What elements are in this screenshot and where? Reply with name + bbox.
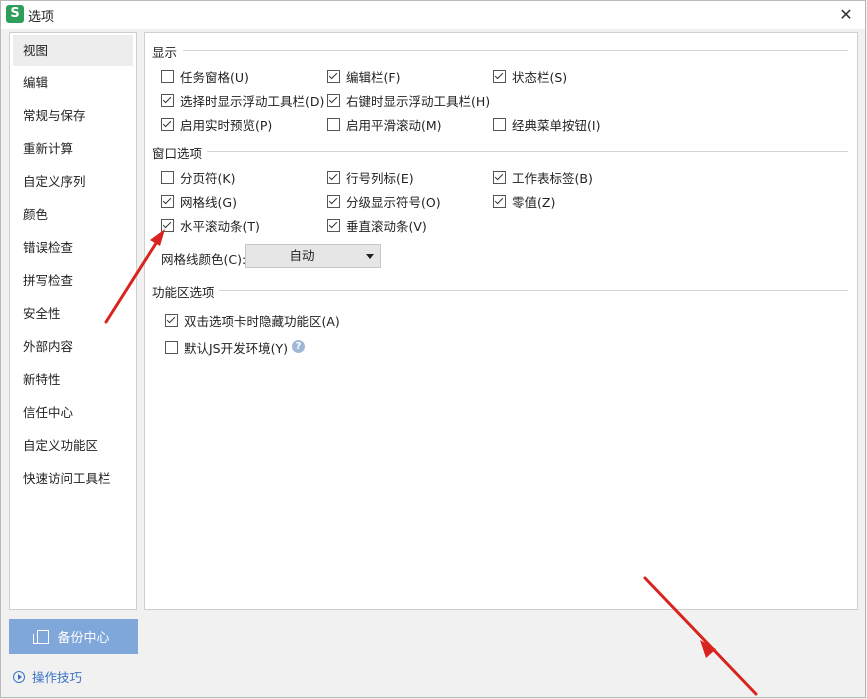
- checkbox-label: 分页符(K): [180, 170, 236, 186]
- checkbox-label: 垂直滚动条(V): [346, 218, 427, 234]
- checkbox-box: [161, 93, 174, 107]
- gridline-color-label: 网格线颜色(C):: [161, 252, 247, 267]
- window-title: 选项: [28, 10, 55, 25]
- sidebar-item-security[interactable]: 安全性: [10, 297, 136, 330]
- checkbox-default-js-environment[interactable]: 默认JS开发环境(Y): [165, 338, 288, 356]
- wps-spreadsheet-icon: S: [6, 5, 24, 23]
- sidebar-item-recalculate[interactable]: 重新计算: [10, 132, 136, 165]
- checkbox-label: 分级显示符号(O): [346, 194, 441, 210]
- checkbox-box: [161, 117, 174, 131]
- sidebar-item-view[interactable]: 视图: [13, 35, 133, 66]
- checkbox-sheet-tabs[interactable]: 工作表标签(B): [493, 168, 593, 186]
- section-divider: [219, 290, 848, 291]
- sidebar-item-trust-center[interactable]: 信任中心: [10, 396, 136, 429]
- sidebar-item-colors[interactable]: 颜色: [10, 198, 136, 231]
- tips-link[interactable]: 操作技巧: [13, 667, 82, 686]
- checkbox-label: 工作表标签(B): [512, 170, 593, 186]
- checkbox-box: [493, 194, 506, 208]
- sidebar-item-new-features[interactable]: 新特性: [10, 363, 136, 396]
- checkbox-label: 网格线(G): [180, 194, 237, 210]
- checkbox-box: [161, 69, 174, 83]
- close-icon[interactable]: ✕: [835, 4, 857, 26]
- checkbox-label: 零值(Z): [512, 194, 556, 210]
- checkbox-task-pane[interactable]: 任务窗格(U): [161, 67, 249, 85]
- checkbox-box: [493, 117, 506, 131]
- checkbox-label: 行号列标(E): [346, 170, 414, 186]
- checkbox-formula-bar[interactable]: 编辑栏(F): [327, 67, 400, 85]
- checkbox-box: [493, 170, 506, 184]
- dropdown-value: 自动: [289, 248, 315, 263]
- checkbox-box: [165, 313, 178, 327]
- title-bar: S 选项 ✕: [1, 1, 865, 29]
- checkbox-label: 双击选项卡时隐藏功能区(A): [184, 313, 340, 329]
- checkbox-label: 启用实时预览(P): [180, 117, 273, 133]
- checkbox-page-breaks[interactable]: 分页符(K): [161, 168, 235, 186]
- checkbox-label: 任务窗格(U): [180, 69, 249, 85]
- backup-icon: [33, 629, 50, 644]
- checkbox-classic-menu-button[interactable]: 经典菜单按钮(I): [493, 115, 600, 133]
- play-circle-icon: [13, 670, 25, 683]
- sidebar-item-edit[interactable]: 编辑: [10, 66, 136, 99]
- checkbox-box: [327, 117, 340, 131]
- section-title-display: 显示: [152, 42, 182, 61]
- checkbox-gridlines[interactable]: 网格线(G): [161, 192, 237, 210]
- sidebar-item-error-check[interactable]: 错误检查: [10, 231, 136, 264]
- sidebar-item-general-save[interactable]: 常规与保存: [10, 99, 136, 132]
- checkbox-float-toolbar-on-right-click[interactable]: 右键时显示浮动工具栏(H): [327, 91, 490, 109]
- checkbox-live-preview[interactable]: 启用实时预览(P): [161, 115, 272, 133]
- checkbox-vertical-scrollbar[interactable]: 垂直滚动条(V): [327, 216, 427, 234]
- backup-center-button[interactable]: 备份中心: [9, 619, 138, 654]
- checkbox-box: [327, 218, 340, 232]
- backup-center-label: 备份中心: [57, 630, 110, 645]
- checkbox-status-bar[interactable]: 状态栏(S): [493, 67, 567, 85]
- checkbox-box: [327, 69, 340, 83]
- checkbox-label: 经典菜单按钮(I): [512, 117, 601, 133]
- checkbox-label: 选择时显示浮动工具栏(D): [180, 93, 325, 109]
- checkbox-row-col-headers[interactable]: 行号列标(E): [327, 168, 414, 186]
- checkbox-outline-symbols[interactable]: 分级显示符号(O): [327, 192, 441, 210]
- tips-label: 操作技巧: [32, 670, 83, 685]
- checkbox-horizontal-scrollbar[interactable]: 水平滚动条(T): [161, 216, 260, 234]
- checkbox-box: [493, 69, 506, 83]
- checkbox-float-toolbar-on-select[interactable]: 选择时显示浮动工具栏(D): [161, 91, 324, 109]
- checkbox-label: 默认JS开发环境(Y): [184, 340, 289, 356]
- checkbox-box: [161, 194, 174, 208]
- help-icon[interactable]: ?: [292, 340, 305, 353]
- checkbox-label: 状态栏(S): [512, 69, 568, 85]
- checkbox-double-click-hide-ribbon[interactable]: 双击选项卡时隐藏功能区(A): [165, 311, 340, 329]
- checkbox-box: [161, 218, 174, 232]
- checkbox-box: [327, 170, 340, 184]
- sidebar-item-customize-ribbon[interactable]: 自定义功能区: [10, 429, 136, 462]
- section-title-ribbon-options: 功能区选项: [152, 282, 219, 301]
- sidebar-item-external-content[interactable]: 外部内容: [10, 330, 136, 363]
- options-panel: 显示 任务窗格(U) 编辑栏(F) 状态栏(S) 选择时显示浮动工具栏(D) 右…: [144, 32, 858, 610]
- section-title-window-options: 窗口选项: [152, 143, 207, 162]
- sidebar-item-spell-check[interactable]: 拼写检查: [10, 264, 136, 297]
- sidebar-item-quick-access-toolbar[interactable]: 快速访问工具栏: [10, 462, 136, 495]
- checkbox-label: 编辑栏(F): [346, 69, 401, 85]
- checkbox-box: [327, 93, 340, 107]
- sidebar: 视图 编辑 常规与保存 重新计算 自定义序列 颜色 错误检查 拼写检查 安全性 …: [9, 32, 137, 610]
- gridline-color-dropdown[interactable]: 自动: [245, 244, 381, 268]
- chevron-down-icon: [366, 254, 374, 259]
- checkbox-label: 右键时显示浮动工具栏(H): [346, 93, 491, 109]
- section-divider: [183, 50, 848, 51]
- checkbox-box: [161, 170, 174, 184]
- options-dialog: S 选项 ✕ 视图 编辑 常规与保存 重新计算 自定义序列 颜色 错误检查 拼写…: [0, 0, 866, 698]
- checkbox-box: [165, 340, 178, 354]
- sidebar-item-custom-lists[interactable]: 自定义序列: [10, 165, 136, 198]
- checkbox-smooth-scroll[interactable]: 启用平滑滚动(M): [327, 115, 442, 133]
- checkbox-label: 启用平滑滚动(M): [346, 117, 442, 133]
- checkbox-zero-values[interactable]: 零值(Z): [493, 192, 555, 210]
- checkbox-label: 水平滚动条(T): [180, 218, 260, 234]
- checkbox-box: [327, 194, 340, 208]
- section-divider: [207, 151, 848, 152]
